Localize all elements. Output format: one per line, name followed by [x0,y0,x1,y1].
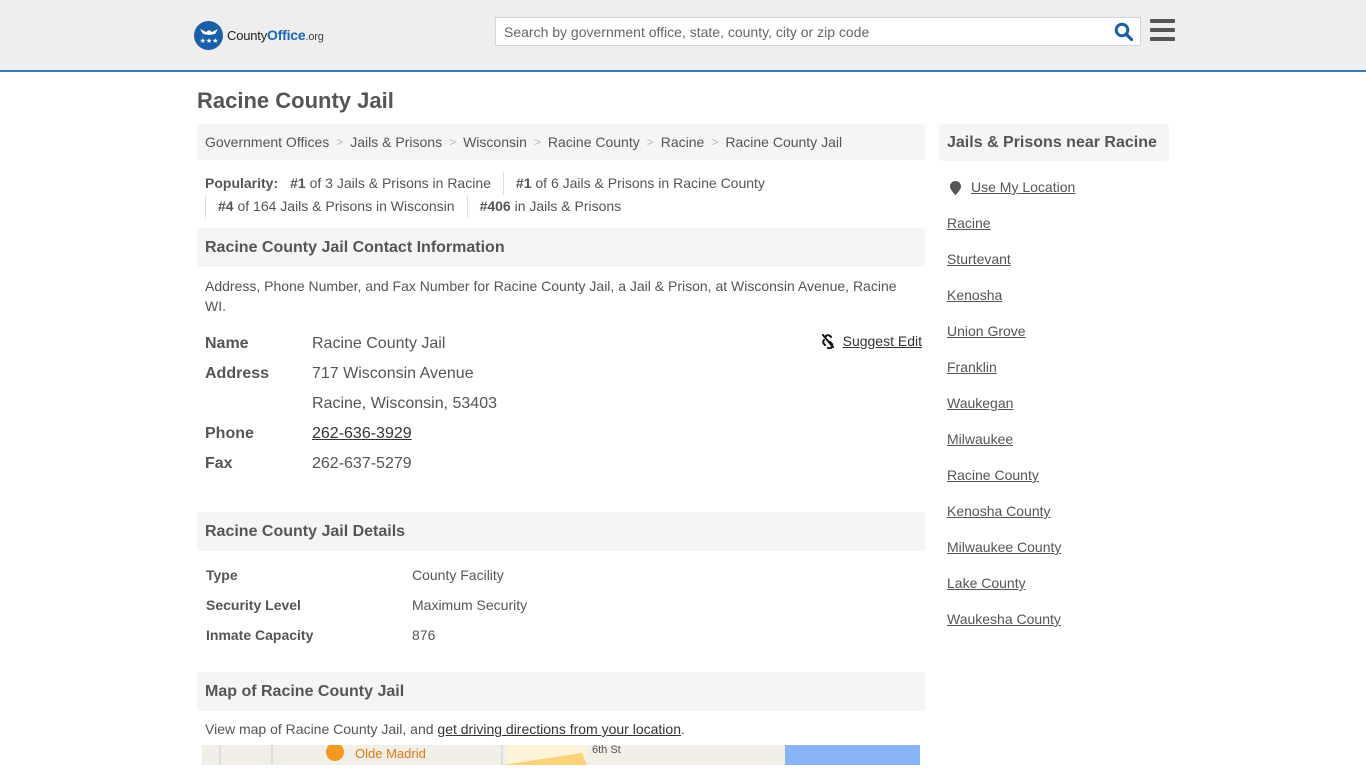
address-line1: 717 Wisconsin Avenue [312,365,474,382]
suggest-edit-link[interactable]: Suggest Edit [843,333,922,349]
map-pin-icon [950,181,961,195]
hamburger-menu-icon[interactable] [1150,19,1175,43]
contact-row-address2: Racine, Wisconsin, 53403 [205,389,925,419]
name-value: Racine County Jail [312,335,446,352]
search-icon [1114,22,1133,41]
use-my-location-link[interactable]: Use My Location [971,179,1075,195]
breadcrumb: Government Offices > Jails & Prisons > Wis… [197,124,925,160]
top-header: ★★★ CountyOffice.org [0,0,1366,72]
contact-row-address: Address 717 Wisconsin Avenue [205,365,474,382]
nearby-link[interactable]: Union Grove [947,323,1026,339]
broken-link-icon [821,334,834,349]
breadcrumb-separator: > [533,135,541,149]
nearby-list: Use My Location Racine Sturtevant Kenosh… [939,179,1169,647]
breadcrumb-current[interactable]: Racine County Jail [725,134,842,150]
map-label-place: Olde Madrid [355,746,426,761]
map-heading: Map of Racine County Jail [197,672,925,711]
search-bar [495,17,1141,46]
nearby-link[interactable]: Kenosha County [947,503,1051,519]
search-button[interactable] [1106,18,1140,45]
nearby-link[interactable]: Milwaukee County [947,539,1061,555]
breadcrumb-item[interactable]: Racine County [548,134,640,150]
popularity-item: #1 of 3 Jails & Prisons in Racine [290,175,491,191]
address-line2: Racine, Wisconsin, 53403 [312,395,497,412]
sidebar-heading: Jails & Prisons near Racine [939,124,1169,161]
nearby-link[interactable]: Racine [947,215,991,231]
contact-description: Address, Phone Number, and Fax Number fo… [205,278,897,314]
detail-row: Inmate Capacity 876 [206,627,436,643]
nearby-link[interactable]: Racine County [947,467,1039,483]
details-table: Type County Facility Security Level Maximu… [197,560,925,650]
map-description: View map of Racine County Jail, and get … [205,721,685,737]
contact-row-name: Name Racine County Jail [205,335,446,352]
breadcrumb-separator: > [449,135,457,149]
popularity: Popularity: #1 of 3 Jails & Prisons in R… [197,172,925,218]
nearby-link[interactable]: Waukesha County [947,611,1061,627]
contact-heading: Racine County Jail Contact Information [197,228,925,267]
breadcrumb-item[interactable]: Racine [661,134,705,150]
breadcrumb-item[interactable]: Jails & Prisons [350,134,442,150]
fax-value: 262-637-5279 [312,455,412,472]
svg-text:★★★: ★★★ [199,37,218,45]
search-input[interactable] [496,18,1106,45]
details-heading: Racine County Jail Details [197,512,925,551]
contact-row-fax: Fax 262-637-5279 [205,455,412,472]
nearby-link[interactable]: Milwaukee [947,431,1013,447]
map-label-street: 6th St [592,745,621,756]
breadcrumb-separator: > [711,135,719,149]
map-embed[interactable]: Olde Madrid 6th St [202,745,920,765]
popularity-item: #1 of 6 Jails & Prisons in Racine County [502,172,777,195]
suggest-edit[interactable]: Suggest Edit [820,333,922,349]
popularity-item: #406 in Jails & Prisons [466,195,634,218]
nearby-link[interactable]: Sturtevant [947,251,1011,267]
nearby-link[interactable]: Lake County [947,575,1026,591]
site-logo[interactable]: ★★★ CountyOffice.org [194,20,324,50]
nearby-link[interactable]: Franklin [947,359,997,375]
breadcrumb-item[interactable]: Wisconsin [463,134,527,150]
main-content: Government Offices > Jails & Prisons > Wis… [197,124,925,765]
breadcrumb-item[interactable]: Government Offices [205,134,329,150]
detail-row: Security Level Maximum Security [206,597,528,613]
lake-water [785,745,920,765]
contact-info: Suggest Edit Name Racine County Jail Addr… [197,329,925,479]
page-title: Racine County Jail [197,88,394,113]
driving-directions-link[interactable]: get driving directions from your locatio… [437,721,681,737]
breadcrumb-separator: > [336,135,344,149]
breadcrumb-separator: > [646,135,654,149]
phone-link[interactable]: 262-636-3929 [312,425,412,442]
nearby-link[interactable]: Waukegan [947,395,1013,411]
popularity-label: Popularity: [205,175,279,191]
popularity-item: #4 of 164 Jails & Prisons in Wisconsin [205,195,467,218]
detail-row: Type County Facility [206,567,504,583]
sidebar: Jails & Prisons near Racine Use My Locat… [939,124,1169,647]
logo-text: CountyOffice.org [227,27,324,43]
nearby-link[interactable]: Kenosha [947,287,1002,303]
eagle-logo-icon: ★★★ [194,20,223,50]
use-my-location[interactable]: Use My Location [947,179,1169,215]
contact-row-phone: Phone 262-636-3929 [205,425,412,442]
